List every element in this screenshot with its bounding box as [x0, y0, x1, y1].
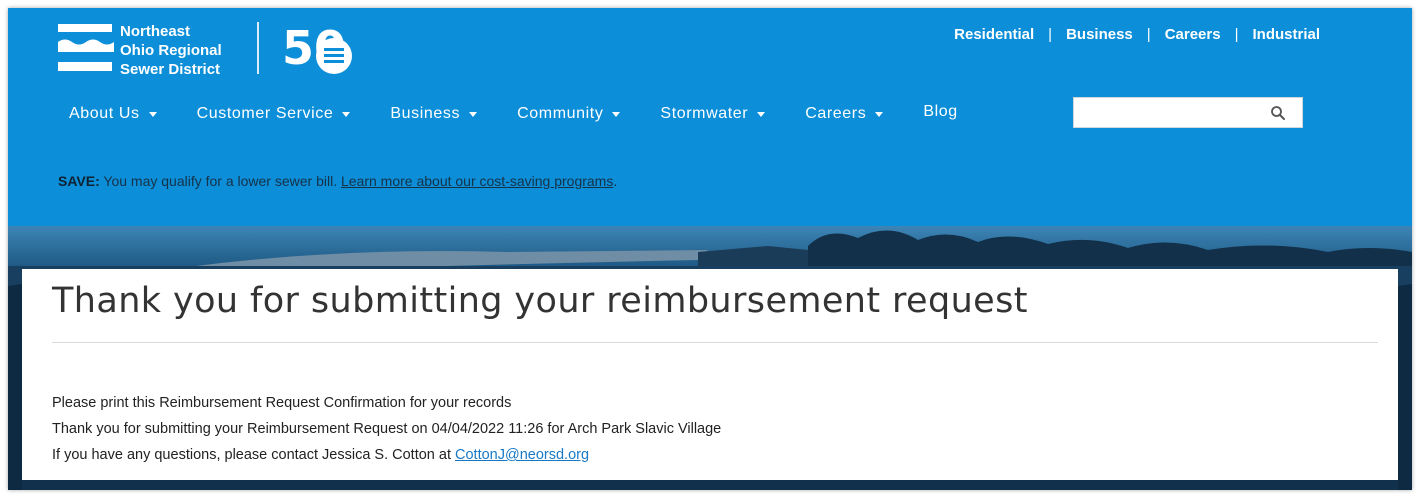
- util-separator: |: [1048, 26, 1053, 43]
- contact-email-link[interactable]: CottonJ@neorsd.org: [455, 447, 589, 463]
- util-link-business[interactable]: Business: [1066, 26, 1133, 43]
- search-icon[interactable]: [1270, 105, 1286, 121]
- nav-label: Careers: [805, 105, 867, 122]
- util-separator: |: [1234, 26, 1239, 43]
- main-nav: About Us Customer Service Business Commu…: [69, 103, 958, 123]
- nav-label: Customer Service: [196, 105, 334, 122]
- nav-item-careers[interactable]: Careers: [805, 105, 884, 123]
- caret-down-icon: [875, 111, 884, 117]
- util-separator: |: [1146, 26, 1151, 43]
- waves-icon: [58, 24, 114, 71]
- util-link-residential[interactable]: Residential: [954, 26, 1034, 43]
- caret-down-icon: [757, 111, 766, 117]
- nav-label: Stormwater: [660, 105, 749, 122]
- site-header: Northeast Ohio Regional Sewer District 5…: [8, 8, 1412, 226]
- cost-saving-programs-link[interactable]: Learn more about our cost-saving program…: [341, 173, 613, 189]
- notice-label: SAVE:: [58, 173, 100, 189]
- notice-text: You may qualify for a lower sewer bill.: [103, 173, 338, 189]
- confirmation-line-submitted: Thank you for submitting your Reimbursem…: [52, 421, 722, 437]
- caret-down-icon: [342, 111, 351, 117]
- nav-label: Blog: [923, 103, 958, 120]
- nav-label: Community: [517, 105, 604, 122]
- logo-line-1: Northeast: [120, 23, 191, 40]
- search-input[interactable]: [1074, 98, 1270, 127]
- title-divider: [52, 342, 1378, 343]
- nav-item-customer-service[interactable]: Customer Service: [197, 105, 351, 123]
- logo-line-3: Sewer District: [120, 61, 221, 78]
- caret-down-icon: [469, 111, 478, 117]
- logo-line-2: Ohio Regional: [120, 42, 222, 59]
- confirmation-line-print: Please print this Reimbursement Request …: [52, 395, 512, 411]
- utility-nav: Residential | Business | Careers | Indus…: [954, 26, 1320, 43]
- nav-item-stormwater[interactable]: Stormwater: [660, 105, 766, 123]
- nav-item-blog[interactable]: Blog: [923, 103, 957, 121]
- nav-item-business[interactable]: Business: [390, 105, 478, 123]
- nav-label: Business: [390, 105, 461, 122]
- search-box: [1073, 97, 1303, 128]
- logo-divider: [257, 22, 259, 74]
- confirmation-card: Thank you for submitting your reimbursem…: [22, 269, 1398, 480]
- page-title: Thank you for submitting your reimbursem…: [52, 281, 1028, 321]
- confirmation-line-contact: If you have any questions, please contac…: [52, 442, 721, 468]
- contact-text: If you have any questions, please contac…: [52, 447, 451, 463]
- util-link-industrial[interactable]: Industrial: [1252, 26, 1320, 43]
- nav-label: About Us: [69, 105, 140, 122]
- caret-down-icon: [612, 111, 621, 117]
- nav-item-about-us[interactable]: About Us: [69, 105, 157, 123]
- caret-down-icon: [148, 111, 157, 117]
- anniversary-50-logo: 50: [282, 21, 352, 75]
- logo-text: Northeast Ohio Regional Sewer District: [120, 22, 222, 79]
- notice-trailing: .: [613, 173, 618, 189]
- nav-item-community[interactable]: Community: [517, 105, 621, 123]
- page-frame: Northeast Ohio Regional Sewer District 5…: [8, 8, 1412, 490]
- confirmation-details: Please print this Reimbursement Request …: [52, 390, 721, 468]
- savings-notice: SAVE: You may qualify for a lower sewer …: [58, 173, 617, 189]
- util-link-careers[interactable]: Careers: [1165, 26, 1221, 43]
